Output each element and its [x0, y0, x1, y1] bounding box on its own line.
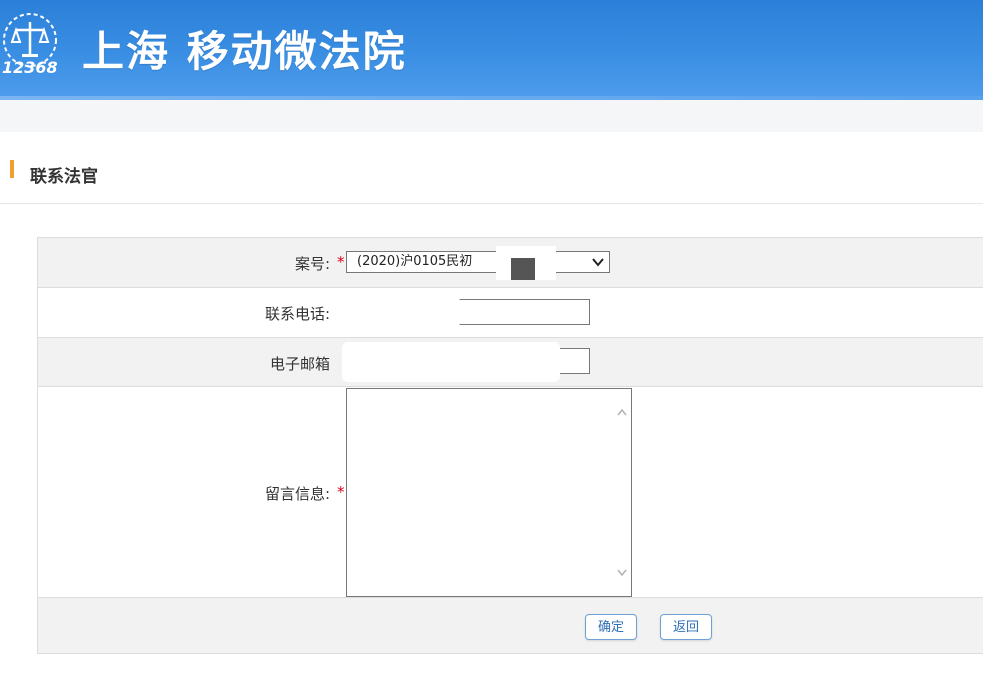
confirm-button[interactable]: 确定: [585, 614, 638, 640]
form-row-email: 电子邮箱: [38, 338, 983, 387]
form-row-phone: 联系电话:: [38, 288, 983, 338]
site-header: 12368 上海 移动微法院: [0, 0, 983, 100]
contact-judge-form: 案号: * (2020)沪0105民初 联系电话: 电子邮箱 留言信息: * 确…: [37, 237, 983, 654]
logo-number: 12368: [2, 58, 58, 77]
case-number-selected-value: (2020)沪0105民初: [357, 254, 473, 269]
form-row-message: 留言信息: *: [38, 387, 983, 598]
back-button[interactable]: 返回: [660, 614, 713, 640]
site-title: 上海 移动微法院: [82, 27, 407, 76]
scroll-up-icon[interactable]: [616, 407, 628, 419]
case-number-select[interactable]: (2020)沪0105民初: [346, 251, 610, 273]
chevron-down-icon: [592, 258, 604, 267]
message-textarea[interactable]: [346, 388, 632, 597]
required-mark: *: [337, 483, 345, 501]
form-row-case-number: 案号: * (2020)沪0105民初: [38, 238, 983, 288]
required-mark: *: [337, 253, 345, 271]
case-number-label: 案号:: [294, 255, 330, 273]
email-label: 电子邮箱: [269, 355, 330, 373]
section-accent-bar: [10, 160, 14, 178]
redaction-mask: [342, 342, 560, 382]
section-title: 联系法官: [30, 167, 98, 187]
scroll-down-icon[interactable]: [616, 566, 628, 578]
header-spacer: [0, 100, 983, 132]
redaction-mask: [338, 294, 460, 330]
message-label: 留言信息:: [264, 485, 330, 503]
section-header: 联系法官: [0, 132, 983, 204]
form-row-actions: 确定 返回: [38, 598, 983, 654]
redaction-block: [511, 258, 535, 280]
phone-label: 联系电话:: [264, 305, 330, 323]
